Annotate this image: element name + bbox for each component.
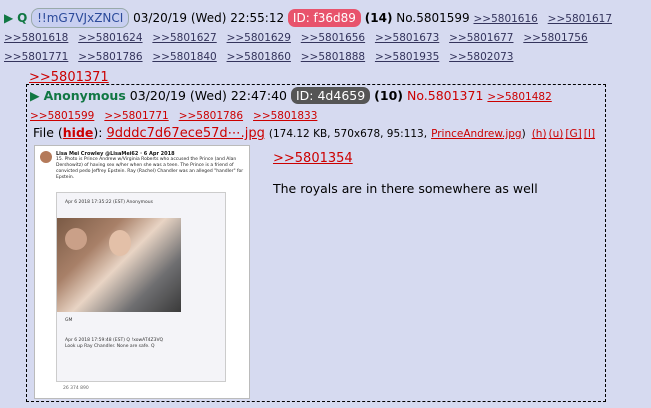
backlink[interactable]: >>5801629 <box>227 32 291 44</box>
poster-id-badge[interactable]: ID: 4d4659 <box>290 87 371 104</box>
backlink[interactable]: >>5801756 <box>523 32 587 44</box>
reply-post: ▶ Anonymous 03/20/19 (Wed) 22:47:40 ID: … <box>26 84 606 402</box>
post-menu-arrow-icon[interactable]: ▶ <box>4 11 13 25</box>
post-number[interactable]: No.5801371 <box>407 88 483 103</box>
file-name-link[interactable]: 9dddc7d67ece57d⋯.jpg <box>106 126 264 141</box>
image-search-link[interactable]: [I] <box>584 128 595 140</box>
post-datetime: 03/20/19 (Wed) 22:55:12 <box>133 11 285 25</box>
backlink[interactable]: >>5801786 <box>78 51 142 63</box>
tweet-stats: 26 374 890 <box>63 386 89 391</box>
original-filename-link[interactable]: PrinceAndrew.jpg <box>431 128 522 140</box>
file-meta-close: ) <box>521 128 526 140</box>
backlink[interactable]: >>5801860 <box>227 51 291 63</box>
image-search-link[interactable]: (h) <box>532 128 547 140</box>
post-body-text: The royals are in there somewhere as wel… <box>273 181 538 196</box>
backlink[interactable]: >>5801833 <box>253 110 317 122</box>
tripcode-badge: !!mG7VJxZNCI <box>31 8 130 28</box>
image-search-link[interactable]: (u) <box>549 128 564 140</box>
reply-post-header: ▶ Anonymous 03/20/19 (Wed) 22:47:40 ID: … <box>30 87 602 125</box>
post-count: (10) <box>374 88 403 103</box>
file-meta: (174.12 KB, 570x678, 95:113, <box>268 128 428 140</box>
backlink[interactable]: >>5801624 <box>78 32 142 44</box>
backlink[interactable]: >>5801673 <box>375 32 439 44</box>
image-thumbnail[interactable]: Lisa Mei Crowley @LisaMei62 · 6 Apr 2018… <box>34 145 250 399</box>
backlink[interactable]: >>5802073 <box>449 51 513 63</box>
tweet-text: 15. Photo is Prince Andrew w/Virginia Ro… <box>56 157 244 180</box>
body-quote-link[interactable]: >>5801354 <box>273 151 353 166</box>
backlink[interactable]: >>5801888 <box>301 51 365 63</box>
backlink[interactable]: >>5801617 <box>548 13 612 25</box>
card-reply-text: Look up Ray Chandler. None are safe. Q <box>65 344 155 349</box>
image-search-link[interactable]: [G] <box>565 128 581 140</box>
card-footer: GM <box>65 318 73 323</box>
backlink[interactable]: >>5801677 <box>449 32 513 44</box>
hide-link[interactable]: hide <box>63 125 94 140</box>
card-reply: Apr 6 2018 17:59:48 (EST) Q !xowAT4Z3VQ … <box>65 338 163 350</box>
backlink[interactable]: >>5801656 <box>301 32 365 44</box>
backlink[interactable]: >>5801627 <box>152 32 216 44</box>
backlink[interactable]: >>5801616 <box>473 13 537 25</box>
post-number[interactable]: No.5801599 <box>396 11 469 25</box>
file-label-close: ): <box>93 125 103 140</box>
card-header: Apr 6 2018 17:35:22 (EST) Anonymous <box>65 200 153 205</box>
poster-name: Q <box>17 11 28 25</box>
poster-name: Anonymous <box>43 88 126 103</box>
post-menu-arrow-icon[interactable]: ▶ <box>30 88 40 103</box>
backlink[interactable]: >>5801935 <box>375 51 439 63</box>
photo <box>57 218 181 312</box>
backlink[interactable]: >>5801840 <box>152 51 216 63</box>
backlink[interactable]: >>5801482 <box>487 91 551 103</box>
quote-link[interactable]: >>5801371 <box>29 70 109 85</box>
post-count: (14) <box>364 11 393 25</box>
backlink[interactable]: >>5801599 <box>30 110 94 122</box>
backlink[interactable]: >>5801786 <box>179 110 243 122</box>
post-datetime: 03/20/19 (Wed) 22:47:40 <box>129 88 287 103</box>
avatar <box>40 151 52 163</box>
backlink[interactable]: >>5801771 <box>4 51 68 63</box>
file-label: File ( <box>33 125 63 140</box>
op-post-header: ▶ Q !!mG7VJxZNCI 03/20/19 (Wed) 22:55:12… <box>4 8 644 66</box>
poster-id-badge[interactable]: ID: f36d89 <box>287 9 361 27</box>
backlink[interactable]: >>5801771 <box>104 110 168 122</box>
backlink[interactable]: >>5801618 <box>4 32 68 44</box>
